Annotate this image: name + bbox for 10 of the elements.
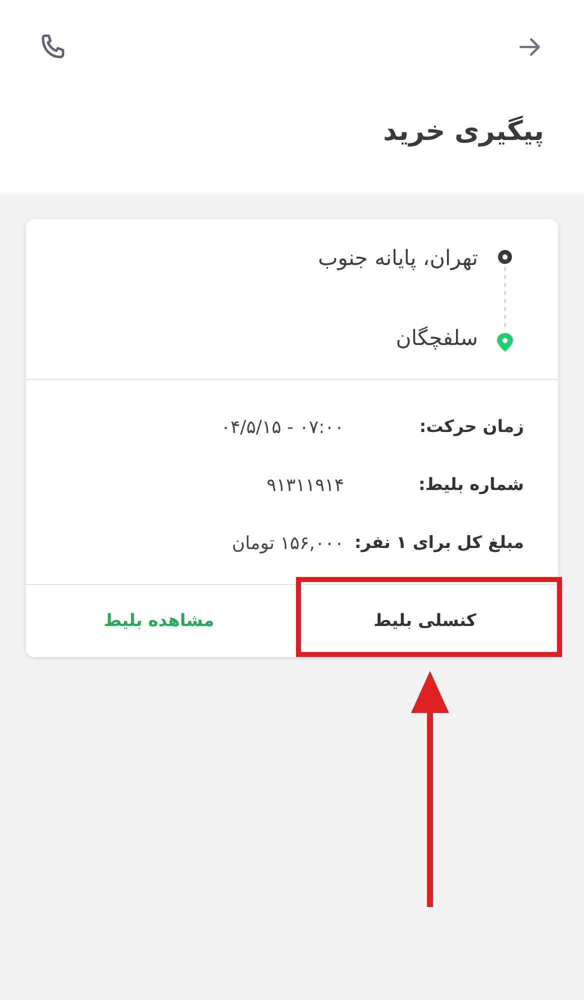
action-button[interactable]: کنسلی بلیط	[292, 585, 558, 657]
page-title: پیگیری خرید	[382, 116, 544, 147]
detail-value: ۱۵۶,۰۰۰ تومان	[232, 532, 344, 554]
place-name: تهران، پایانه جنوب	[318, 245, 478, 272]
detail-label: مبلغ کل برای ۱ نفر:	[353, 533, 524, 553]
detail-label: شماره بلیط:	[417, 475, 524, 495]
detail-value: ۹۱۳۱۱۹۱۴	[266, 474, 344, 496]
detail-value: ۰۷:۰۰ - ۰۴/۵/۱۵	[220, 416, 344, 438]
detail-label: زمان حرکت:	[418, 417, 524, 437]
place-name: سلفچگان	[394, 325, 478, 352]
